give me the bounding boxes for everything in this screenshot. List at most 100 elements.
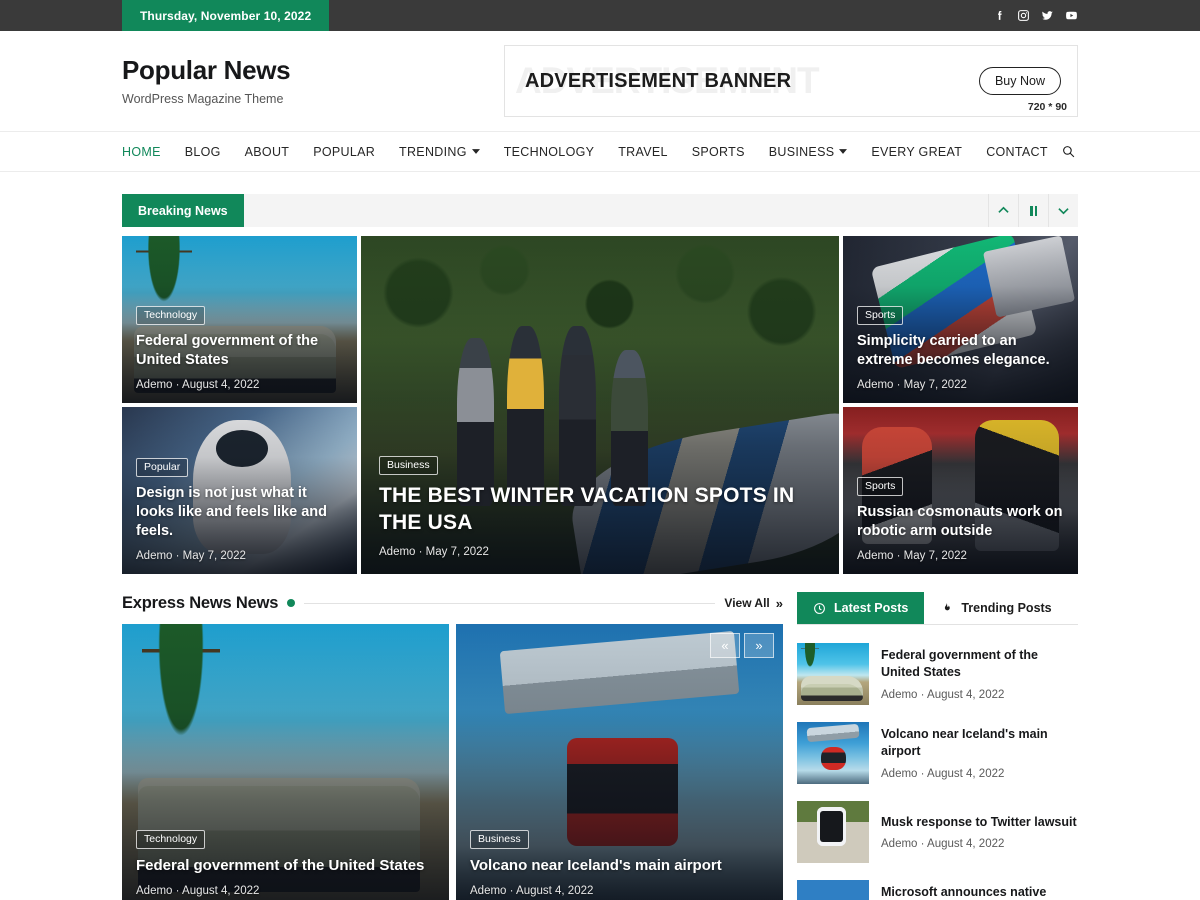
list-item[interactable]: Volcano near Iceland's main airport Adem… <box>797 714 1078 793</box>
post-thumbnail <box>797 880 869 900</box>
nav-item-business[interactable]: BUSINESS <box>769 145 848 159</box>
nav-item-blog[interactable]: BLOG <box>185 145 221 159</box>
chevron-down-icon <box>839 149 847 154</box>
breaking-down-button[interactable] <box>1048 194 1078 227</box>
post-text: Federal government of the United States … <box>881 647 1078 701</box>
search-icon[interactable] <box>1058 142 1078 162</box>
nav-label: TECHNOLOGY <box>504 145 595 159</box>
tab-trending-posts[interactable]: Trending Posts <box>924 592 1067 624</box>
hero-card-sports-2[interactable]: Sports Russian cosmonauts work on roboti… <box>843 407 1078 574</box>
nav-label: SPORTS <box>692 145 745 159</box>
express-card-title[interactable]: Federal government of the United States <box>136 856 435 876</box>
carousel-next-button[interactable]: » <box>744 633 774 658</box>
site-title: Popular News <box>122 56 290 85</box>
express-card-technology[interactable]: Technology Federal government of the Uni… <box>122 624 449 900</box>
post-title[interactable]: Volcano near Iceland's main airport <box>881 726 1078 760</box>
express-card-body: Technology Federal government of the Uni… <box>136 829 435 897</box>
express-card-title[interactable]: Volcano near Iceland's main airport <box>470 856 769 876</box>
sidebar-tabs: Latest Posts Trending Posts <box>797 592 1078 625</box>
hero-card-body: Technology Federal government of the Uni… <box>136 305 343 391</box>
lower-section: Express News News View All » Technology <box>122 592 1078 900</box>
advertisement-banner[interactable]: ADVERTISEMENT ADVERTISEMENT BANNER Buy N… <box>504 45 1078 117</box>
category-badge[interactable]: Sports <box>857 477 903 496</box>
express-card-body: Business Volcano near Iceland's main air… <box>470 829 769 897</box>
twitter-icon[interactable] <box>1041 9 1054 22</box>
breaking-up-button[interactable] <box>988 194 1018 227</box>
top-bar: Thursday, November 10, 2022 <box>0 0 1200 31</box>
hero-card-meta: Ademo · May 7, 2022 <box>857 550 1064 562</box>
category-badge[interactable]: Technology <box>136 830 205 849</box>
post-text: Volcano near Iceland's main airport Adem… <box>881 726 1078 780</box>
nav-item-about[interactable]: ABOUT <box>245 145 290 159</box>
breaking-news-bar: Breaking News <box>122 194 1078 227</box>
express-card-business[interactable]: « » Business Volcano near Iceland's main… <box>456 624 783 900</box>
category-badge[interactable]: Business <box>379 456 438 475</box>
social-links <box>993 0 1078 31</box>
hero-card-body: Sports Russian cosmonauts work on roboti… <box>857 476 1064 562</box>
nav-item-home[interactable]: HOME <box>122 145 161 159</box>
sidebar-post-list: Federal government of the United States … <box>797 635 1078 900</box>
chevron-up-icon <box>998 205 1009 216</box>
hero-card-meta: Ademo · May 7, 2022 <box>857 379 1064 391</box>
tab-label: Trending Posts <box>961 601 1051 615</box>
nav-label: ABOUT <box>245 145 290 159</box>
category-badge[interactable]: Technology <box>136 306 205 325</box>
facebook-icon[interactable] <box>993 9 1006 22</box>
section-title: Express News News <box>122 594 278 613</box>
breaking-news-ticker <box>244 194 988 227</box>
post-title[interactable]: Musk response to Twitter lawsuit <box>881 814 1078 831</box>
nav-item-trending[interactable]: TRENDING <box>399 145 480 159</box>
flame-icon <box>940 602 953 615</box>
hero-card-title[interactable]: Russian cosmonauts work on robotic arm o… <box>857 503 1064 541</box>
nav-item-every-great[interactable]: EVERY GREAT <box>871 145 962 159</box>
tab-latest-posts[interactable]: Latest Posts <box>797 592 924 624</box>
youtube-icon[interactable] <box>1065 9 1078 22</box>
post-title[interactable]: Federal government of the United States <box>881 647 1078 681</box>
hero-card-meta: Ademo · August 4, 2022 <box>136 379 343 391</box>
express-card-meta: Ademo · August 4, 2022 <box>136 885 435 897</box>
hero-card-body: Popular Design is not just what it looks… <box>136 457 343 562</box>
section-divider <box>304 603 715 604</box>
hero-card-body: Business THE BEST WINTER VACATION SPOTS … <box>379 455 821 558</box>
hero-card-popular[interactable]: Popular Design is not just what it looks… <box>122 407 357 574</box>
hero-card-title[interactable]: Design is not just what it looks like an… <box>136 484 343 541</box>
nav-item-popular[interactable]: POPULAR <box>313 145 375 159</box>
nav-label: TRENDING <box>399 145 467 159</box>
express-news-grid: Technology Federal government of the Uni… <box>122 624 783 900</box>
main-navigation: HOME BLOG ABOUT POPULAR TRENDING TECHNOL… <box>0 131 1200 172</box>
hero-card-sports-1[interactable]: Sports Simplicity carried to an extreme … <box>843 236 1078 403</box>
nav-item-contact[interactable]: CONTACT <box>986 145 1048 159</box>
list-item[interactable]: Federal government of the United States … <box>797 635 1078 714</box>
current-date: Thursday, November 10, 2022 <box>122 0 329 31</box>
nav-label: POPULAR <box>313 145 375 159</box>
hero-card-title[interactable]: Simplicity carried to an extreme becomes… <box>857 332 1064 370</box>
nav-item-travel[interactable]: TRAVEL <box>618 145 668 159</box>
carousel-prev-button[interactable]: « <box>710 633 740 658</box>
post-meta: Ademo · August 4, 2022 <box>881 838 1078 850</box>
nav-label: CONTACT <box>986 145 1048 159</box>
instagram-icon[interactable] <box>1017 9 1030 22</box>
hero-card-main[interactable]: Business THE BEST WINTER VACATION SPOTS … <box>361 236 839 574</box>
post-thumbnail <box>797 722 869 784</box>
nav-item-technology[interactable]: TECHNOLOGY <box>504 145 595 159</box>
hero-card-meta: Ademo · May 7, 2022 <box>136 550 343 562</box>
list-item[interactable]: Microsoft announces native Teams Ademo ·… <box>797 872 1078 900</box>
double-chevron-right-icon: » <box>776 596 783 611</box>
page-root: Thursday, November 10, 2022 Popular News… <box>0 0 1200 900</box>
post-text: Microsoft announces native Teams Ademo ·… <box>881 884 1078 900</box>
breaking-news-controls <box>988 194 1078 227</box>
buy-now-button[interactable]: Buy Now <box>979 67 1061 95</box>
hero-card-title[interactable]: THE BEST WINTER VACATION SPOTS IN THE US… <box>379 482 821 537</box>
nav-item-sports[interactable]: SPORTS <box>692 145 745 159</box>
category-badge[interactable]: Business <box>470 830 529 849</box>
post-title[interactable]: Microsoft announces native Teams <box>881 884 1078 900</box>
list-item[interactable]: Musk response to Twitter lawsuit Ademo ·… <box>797 793 1078 872</box>
brand[interactable]: Popular News WordPress Magazine Theme <box>122 56 290 106</box>
breaking-pause-button[interactable] <box>1018 194 1048 227</box>
category-badge[interactable]: Sports <box>857 306 903 325</box>
hero-card-title[interactable]: Federal government of the United States <box>136 332 343 370</box>
view-all-link[interactable]: View All » <box>724 596 783 611</box>
hero-card-meta: Ademo · May 7, 2022 <box>379 546 821 558</box>
hero-card-technology[interactable]: Technology Federal government of the Uni… <box>122 236 357 403</box>
category-badge[interactable]: Popular <box>136 458 188 477</box>
